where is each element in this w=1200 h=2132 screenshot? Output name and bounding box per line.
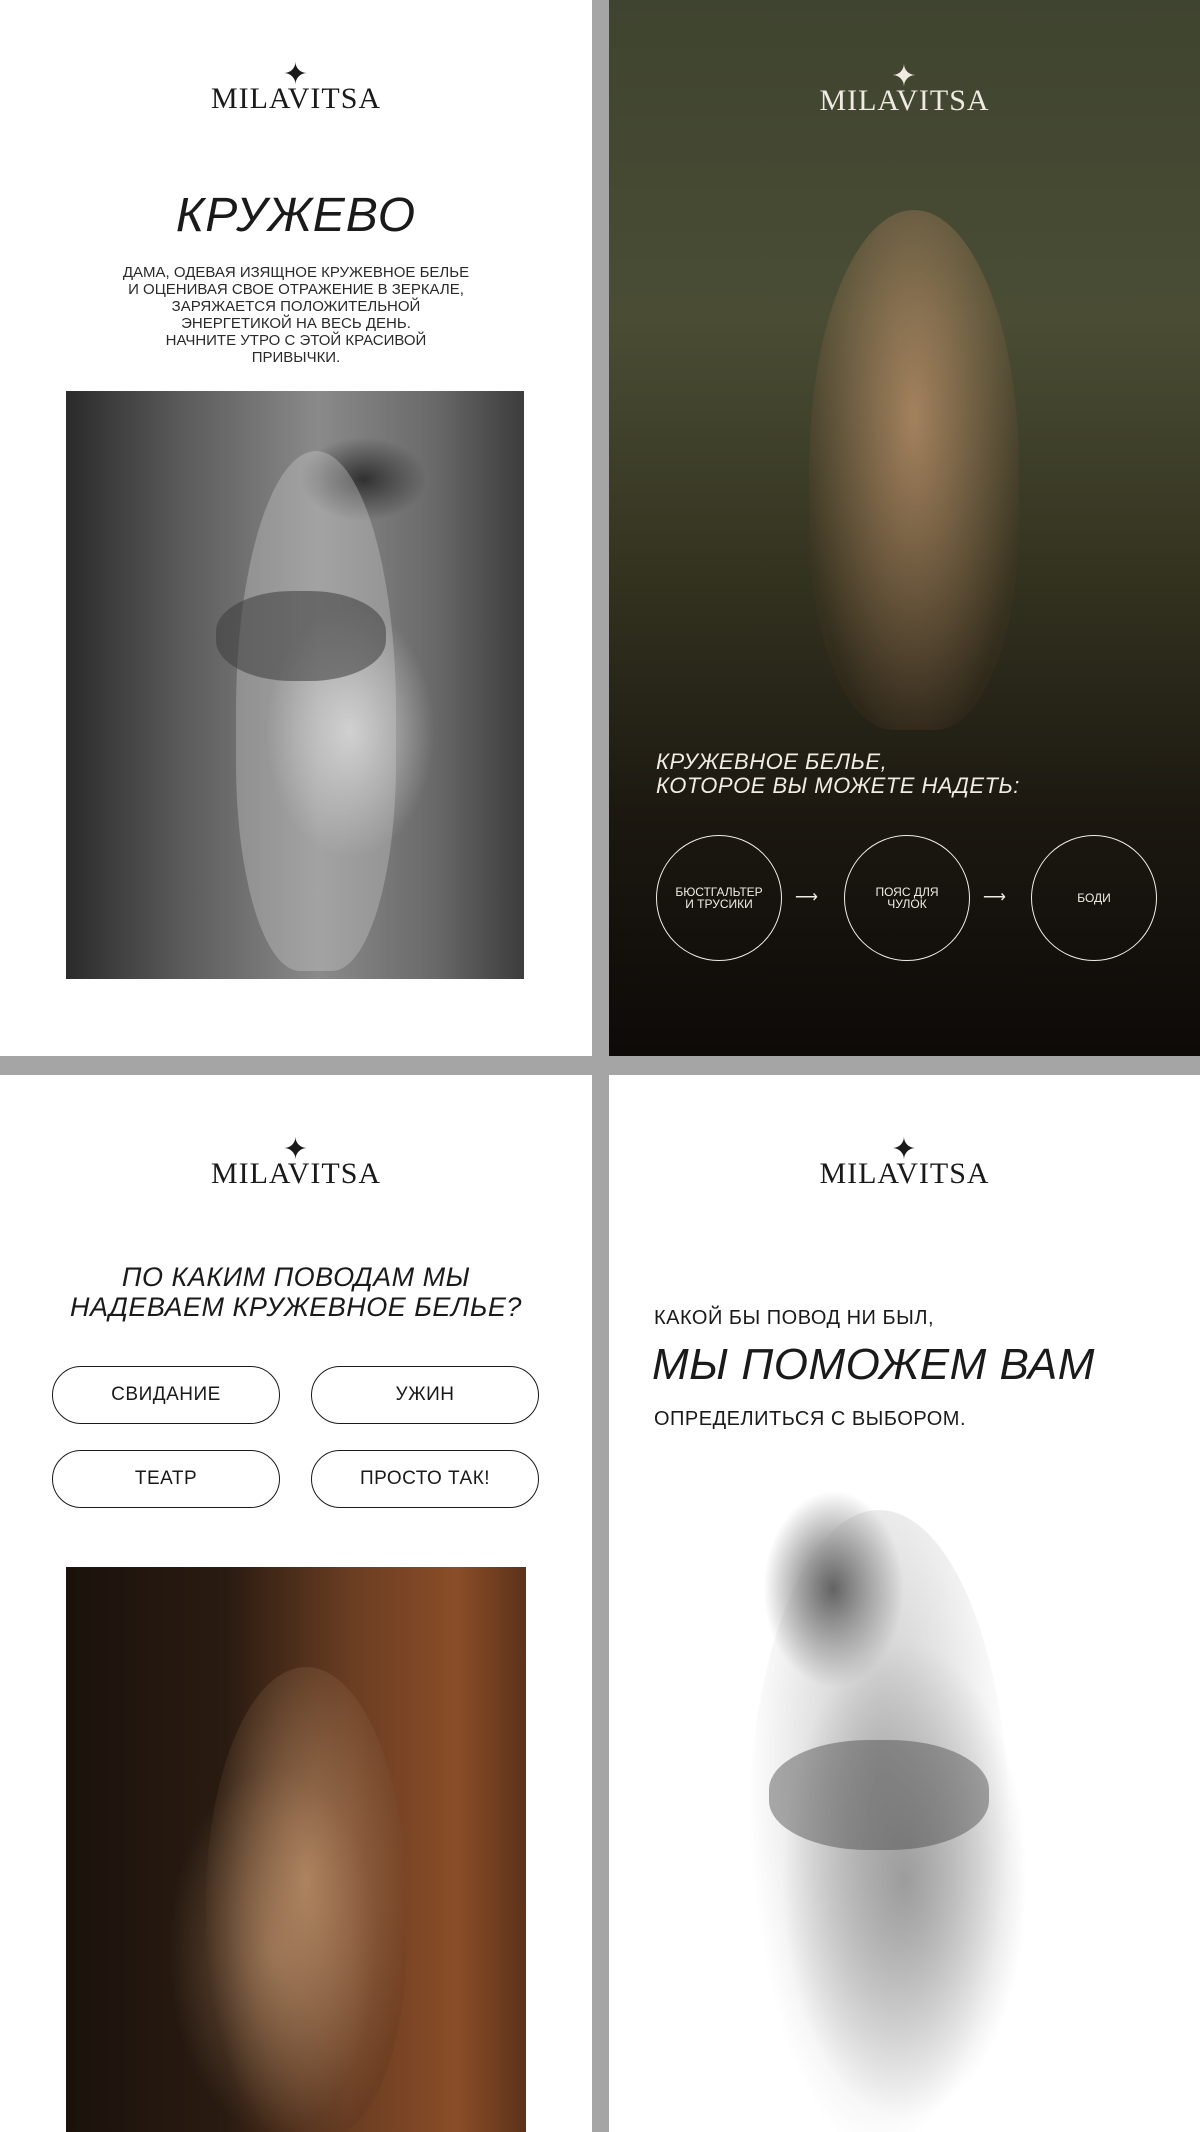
step-label: БОДИ	[1077, 891, 1111, 905]
panel-occasions: ✦ MILAVITSA ПО КАКИМ ПОВОДАМ МЫ НАДЕВАЕМ…	[0, 1075, 592, 2132]
options-subtitle: КРУЖЕВНОЕ БЕЛЬЕ, КОТОРОЕ ВЫ МОЖЕТЕ НАДЕТ…	[656, 750, 1176, 798]
lead-line: ЗАРЯЖАЕТСЯ ПОЛОЖИТЕЛЬНОЙ	[171, 298, 421, 315]
question-line: ПО КАКИМ ПОВОДАМ МЫ	[121, 1262, 471, 1292]
lead-line: И ОЦЕНИВАЯ СВОЕ ОТРАЖЕНИЕ В ЗЕРКАЛЕ,	[128, 281, 464, 298]
help-line-1: КАКОЙ БЫ ПОВОД НИ БЫЛ,	[654, 1307, 935, 1329]
brand-logo[interactable]: ✦ MILAVITSA	[609, 1135, 1200, 1191]
occasion-dinner-button[interactable]: УЖИН	[311, 1366, 539, 1424]
step-label: ЧУЛОК	[887, 897, 927, 911]
brand-logo[interactable]: ✦ MILAVITSA	[0, 1135, 592, 1191]
arrow-right-icon: ⟶	[983, 889, 1006, 906]
occasion-theater-button[interactable]: ТЕАТР	[52, 1450, 280, 1508]
bra-shape	[769, 1740, 989, 1850]
occasion-just-because-button[interactable]: ПРОСТО ТАК!	[311, 1450, 539, 1508]
lead-line: ПРИВЫЧКИ.	[251, 349, 341, 366]
lead-line: ЭНЕРГЕТИКОЙ НА ВЕСЬ ДЕНЬ.	[181, 315, 411, 332]
bra-shape	[216, 591, 386, 681]
lead-text: ДАМА, ОДЕВАЯ ИЗЯЩНОЕ КРУЖЕВНОЕ БЕЛЬЕ И О…	[90, 264, 502, 366]
model-silhouette	[206, 1667, 406, 2132]
occasions-question: ПО КАКИМ ПОВОДАМ МЫ НАДЕВАЕМ КРУЖЕВНОЕ Б…	[0, 1262, 592, 1322]
step-bodysuit[interactable]: БОДИ	[1031, 835, 1157, 961]
subtitle-line: КРУЖЕВНОЕ БЕЛЬЕ,	[656, 749, 888, 774]
star-icon: ✦	[282, 58, 310, 91]
star-icon: ✦	[891, 60, 918, 93]
help-line-2: ОПРЕДЕЛИТЬСЯ С ВЫБОРОМ.	[654, 1408, 967, 1430]
lead-line: НАЧНИТЕ УТРО С ЭТОЙ КРАСИВОЙ	[165, 332, 427, 349]
lead-line: ДАМА, ОДЕВАЯ ИЗЯЩНОЕ КРУЖЕВНОЕ БЕЛЬЕ	[122, 264, 470, 281]
step-garter-belt[interactable]: ПОЯС ДЛЯ ЧУЛОК	[844, 835, 970, 961]
page-title: КРУЖЕВО	[175, 189, 417, 242]
brand-logo[interactable]: ✦ MILAVITSA	[0, 60, 592, 116]
brand-logo[interactable]: ✦ MILAVITSA	[609, 62, 1200, 118]
lace-photo-brown	[66, 1567, 526, 2132]
panel-lace-options: ✦ MILAVITSA КРУЖЕВНОЕ БЕЛЬЕ, КОТОРОЕ ВЫ …	[609, 0, 1200, 1056]
subtitle-line: КОТОРОЕ ВЫ МОЖЕТЕ НАДЕТЬ:	[656, 773, 1020, 798]
lace-photo-bw	[66, 391, 524, 979]
help-headline: МЫ ПОМОЖЕМ ВАМ	[652, 1340, 1095, 1389]
occasion-date-button[interactable]: СВИДАНИЕ	[52, 1366, 280, 1424]
lace-photo-bw-studio	[609, 1470, 1200, 2132]
arrow-right-icon: ⟶	[795, 889, 818, 906]
step-label: И ТРУСИКИ	[685, 897, 753, 911]
question-line: НАДЕВАЕМ КРУЖЕВНОЕ БЕЛЬЕ?	[70, 1292, 522, 1322]
star-icon: ✦	[891, 1133, 918, 1166]
panel-lace-intro: ✦ MILAVITSA КРУЖЕВО ДАМА, ОДЕВАЯ ИЗЯЩНОЕ…	[0, 0, 592, 1056]
star-icon: ✦	[282, 1133, 310, 1166]
model-silhouette	[236, 451, 396, 971]
step-bra-and-panties[interactable]: БЮСТГАЛЬТЕР И ТРУСИКИ	[656, 835, 782, 961]
model-silhouette	[809, 210, 1019, 730]
panel-help-choose: ✦ MILAVITSA КАКОЙ БЫ ПОВОД НИ БЫЛ, МЫ ПО…	[609, 1075, 1200, 2132]
